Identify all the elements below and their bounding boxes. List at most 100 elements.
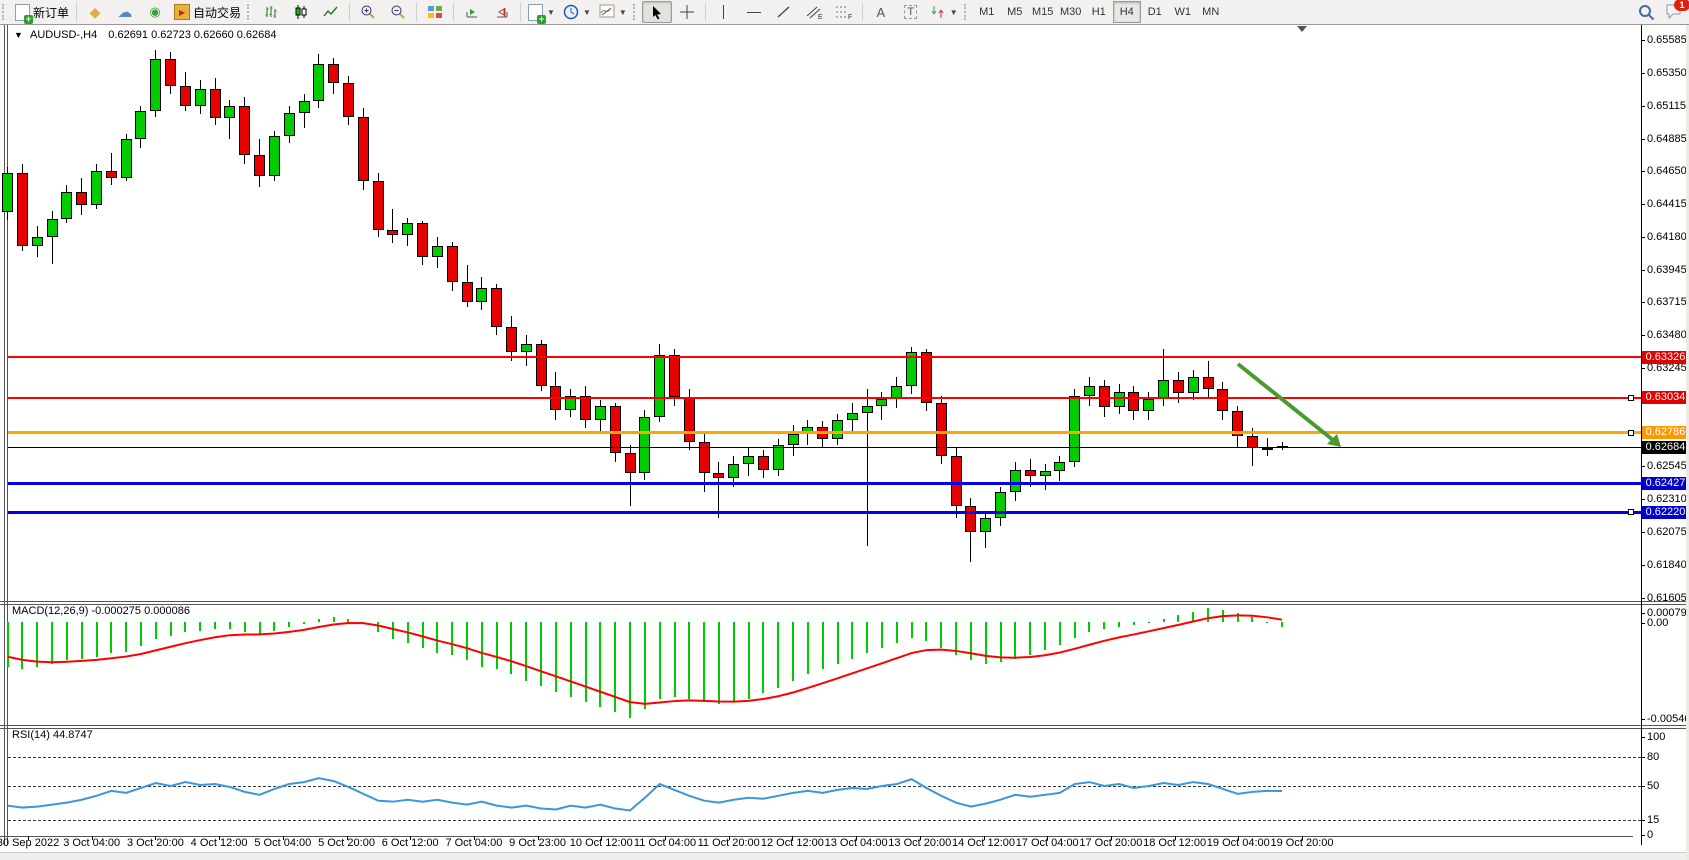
candle	[224, 106, 235, 119]
time-axis-label[interactable]: 12 Oct 12:00	[761, 837, 824, 849]
line-handle[interactable]	[1628, 430, 1634, 436]
trendline-tool-button[interactable]	[769, 1, 799, 23]
price-axis-tick	[1641, 204, 1645, 205]
new-chart-button[interactable]: + ▼	[524, 1, 559, 23]
time-axis-label[interactable]: 4 Oct 12:00	[191, 837, 248, 849]
timeframe-m5-button[interactable]: M5	[1001, 1, 1029, 23]
toolbar-grip-3[interactable]	[633, 4, 640, 20]
timeframe-w1-button[interactable]: W1	[1169, 1, 1197, 23]
time-axis-label[interactable]: 5 Oct 20:00	[318, 837, 375, 849]
macd-histogram-bar	[718, 622, 720, 704]
macd-histogram-bar	[1222, 610, 1224, 622]
time-axis-label[interactable]: 19 Oct 20:00	[1271, 837, 1334, 849]
panel-separator[interactable]	[0, 725, 1689, 726]
horizontal-line-0.6222[interactable]	[8, 511, 1641, 514]
line-handle[interactable]	[1628, 509, 1634, 515]
candle	[1114, 392, 1125, 407]
time-axis-label[interactable]: 5 Oct 04:00	[254, 837, 311, 849]
tile-windows-icon	[427, 4, 443, 20]
bar-chart-mode-button[interactable]	[256, 1, 286, 23]
auto-scroll-button[interactable]	[457, 1, 487, 23]
timeframe-mn-button[interactable]: MN	[1197, 1, 1225, 23]
arrows-tool-button[interactable]: ▼	[926, 1, 962, 23]
timeframe-h1-button[interactable]: H1	[1085, 1, 1113, 23]
candle	[328, 64, 339, 84]
indicators-button[interactable]: ▼	[595, 1, 631, 23]
time-axis-label[interactable]: 3 Oct 20:00	[127, 837, 184, 849]
crosshair-tool-button[interactable]	[672, 1, 702, 23]
macd-histogram-bar	[674, 622, 676, 697]
time-axis-label[interactable]: 17 Oct 20:00	[1079, 837, 1142, 849]
time-axis-label[interactable]: 3 Oct 04:00	[63, 837, 120, 849]
time-axis-label[interactable]: 17 Oct 04:00	[1016, 837, 1079, 849]
time-axis-label[interactable]: 11 Oct 04:00	[634, 837, 696, 849]
profile-button[interactable]: ☁	[110, 1, 140, 23]
time-axis-label[interactable]: 14 Oct 12:00	[952, 837, 1015, 849]
candle	[936, 403, 947, 456]
time-axis-label[interactable]: 13 Oct 04:00	[825, 837, 888, 849]
time-axis-label[interactable]: 9 Oct 23:00	[509, 837, 566, 849]
candle	[521, 344, 532, 352]
zoom-in-icon	[360, 4, 376, 20]
candle-wick	[392, 209, 393, 243]
candle	[847, 413, 858, 420]
autotrading-button[interactable]: ▶ 自动交易	[170, 1, 245, 23]
collapse-triangle-icon[interactable]: ▼	[14, 30, 23, 40]
macd-histogram-bar	[273, 622, 275, 631]
toolbar-grip-2[interactable]	[247, 4, 254, 20]
chart-shift-button[interactable]	[487, 1, 517, 23]
time-axis-label[interactable]: 30 Sep 2022	[0, 837, 59, 849]
timeframe-m30-button[interactable]: M30	[1057, 1, 1085, 23]
timeframe-m1-button[interactable]: M1	[973, 1, 1001, 23]
price-badge: 0.63326	[1642, 351, 1689, 364]
toolbar-grip-4[interactable]	[964, 4, 971, 20]
text-label-tool-button[interactable]: T	[896, 1, 926, 23]
chart-window[interactable]: ▼ AUDUSD-,H4 0.62691 0.62723 0.62660 0.6…	[0, 25, 1689, 860]
time-axis-label[interactable]: 10 Oct 12:00	[570, 837, 633, 849]
panel-separator[interactable]	[0, 601, 1689, 602]
time-axis-label[interactable]: 13 Oct 20:00	[888, 837, 951, 849]
timeframe-h4-button[interactable]: H4	[1113, 1, 1141, 23]
timeframe-d1-button[interactable]: D1	[1141, 1, 1169, 23]
toolbar-grip[interactable]	[2, 4, 9, 20]
horizontal-line-0.62427[interactable]	[8, 482, 1641, 485]
tile-windows-button[interactable]	[420, 1, 450, 23]
time-axis-label[interactable]: 11 Oct 20:00	[698, 837, 760, 849]
time-axis-label[interactable]: 6 Oct 12:00	[382, 837, 439, 849]
horizontal-line-tool-button[interactable]	[739, 1, 769, 23]
panel-separator[interactable]	[0, 728, 1689, 729]
equidistant-channel-icon: E	[805, 4, 823, 20]
macd-histogram-bar	[1251, 617, 1253, 622]
line-handle[interactable]	[1628, 395, 1634, 401]
zoom-in-button[interactable]	[353, 1, 383, 23]
search-icon[interactable]	[1638, 4, 1655, 21]
macd-histogram-bar	[599, 622, 601, 707]
candle	[61, 192, 72, 219]
zoom-out-button[interactable]	[383, 1, 413, 23]
market-depth-button[interactable]: ◆	[80, 1, 110, 23]
notifications-button[interactable]: 1	[1665, 3, 1683, 22]
new-order-button[interactable]: + 新订单	[11, 1, 73, 23]
channel-tool-button[interactable]: E	[799, 1, 829, 23]
candlestick-mode-button[interactable]	[286, 1, 316, 23]
horizontal-line-0.63326[interactable]	[8, 356, 1641, 358]
timeframe-m15-button[interactable]: M15	[1029, 1, 1057, 23]
periods-button[interactable]: ▼	[559, 1, 595, 23]
horizontal-line-0.62684[interactable]	[8, 447, 1641, 448]
macd-histogram-bar	[1044, 622, 1046, 650]
time-axis-label[interactable]: 18 Oct 12:00	[1143, 837, 1206, 849]
horizontal-line-0.62786[interactable]	[8, 431, 1641, 434]
fibonacci-tool-button[interactable]: F	[829, 1, 859, 23]
time-axis-label[interactable]: 7 Oct 04:00	[445, 837, 502, 849]
panel-separator[interactable]	[0, 604, 1689, 605]
price-axis-label: 0.64415	[1647, 198, 1687, 210]
time-axis-label[interactable]: 19 Oct 04:00	[1207, 837, 1270, 849]
line-chart-mode-button[interactable]	[316, 1, 346, 23]
signals-button[interactable]: ◉	[140, 1, 170, 23]
price-axis-label: 0.62310	[1647, 493, 1687, 505]
text-tool-button[interactable]: A	[866, 1, 896, 23]
horizontal-line-0.63034[interactable]	[8, 397, 1641, 399]
vertical-line-tool-button[interactable]	[709, 1, 739, 23]
cursor-tool-button[interactable]	[642, 1, 672, 23]
last-bar-marker	[1297, 26, 1307, 32]
